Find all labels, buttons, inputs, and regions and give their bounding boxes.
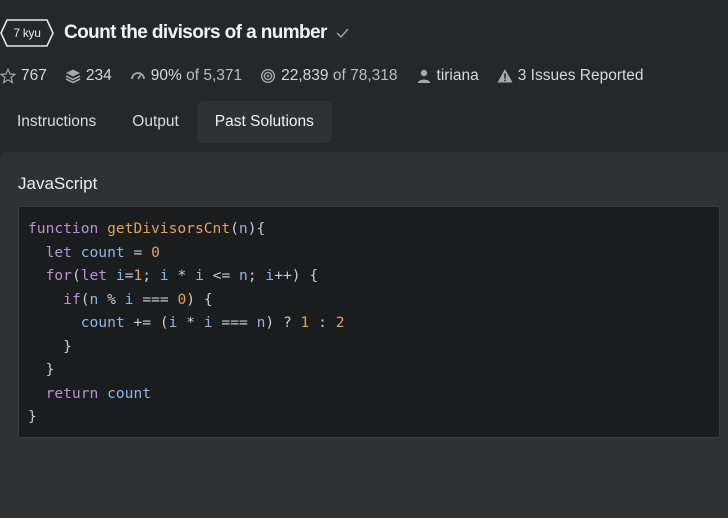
code-line: function getDivisorsCnt(n){ — [28, 220, 266, 237]
issues-stat[interactable]: 3 Issues Reported — [497, 67, 644, 85]
target-icon — [260, 68, 276, 84]
code-line: if(n % i === 0) { — [63, 290, 213, 308]
warning-triangle-icon — [497, 68, 513, 84]
tab-instructions[interactable]: Instructions — [0, 101, 114, 143]
satisfaction-percent: 90% — [150, 67, 182, 84]
kata-stats: 767 234 90% of 5,371 22,839 of 78,318 ti… — [0, 66, 662, 86]
past-solutions-panel: JavaScript function getDivisorsCnt(n){ l… — [0, 152, 728, 518]
code-line: let count = 0 — [45, 243, 160, 261]
collections-count: 234 — [85, 67, 112, 84]
solution-code-block[interactable]: function getDivisorsCnt(n){ let count = … — [18, 206, 720, 438]
author-stat[interactable]: tiriana — [416, 67, 479, 85]
issues-link[interactable]: 3 Issues Reported — [518, 67, 644, 85]
completed-count: 22,839 — [281, 67, 329, 84]
code-line: count += (i * i === n) ? 1 : 2 — [80, 314, 345, 331]
completed-stat: 22,839 of 78,318 — [260, 67, 398, 85]
tab-output[interactable]: Output — [114, 101, 197, 143]
stack-layers-icon — [65, 68, 81, 84]
gauge-icon — [130, 68, 146, 84]
kata-header: 7 kyu Count the divisors of a number — [0, 18, 349, 48]
star-outline-icon — [0, 68, 16, 84]
solution-language: JavaScript — [18, 174, 98, 193]
kata-title: Count the divisors of a number — [64, 22, 327, 43]
code-line: } — [28, 408, 37, 425]
collections-stat[interactable]: 234 — [65, 67, 112, 85]
author-name[interactable]: tiriana — [437, 67, 479, 85]
stars-count: 767 — [21, 67, 47, 84]
satisfaction-stat: 90% of 5,371 — [130, 67, 242, 85]
user-icon — [416, 68, 432, 84]
tab-past-solutions[interactable]: Past Solutions — [196, 101, 332, 143]
checkmark-icon[interactable] — [336, 28, 349, 38]
code-line: return count — [45, 384, 152, 402]
kata-tabs: Instructions Output Past Solutions — [0, 101, 332, 143]
code-line: } — [63, 337, 72, 355]
kata-page: 7 kyu Count the divisors of a number 767… — [0, 0, 728, 518]
stars-stat[interactable]: 767 — [0, 67, 47, 85]
code-line: } — [45, 361, 55, 378]
satisfaction-votes: of 5,371 — [186, 67, 243, 84]
attempted-count: of 78,318 — [332, 67, 398, 84]
code-line: for(let i=1; i * i <= n; i++) { — [45, 267, 319, 284]
rank-label: 7 kyu — [13, 26, 41, 40]
rank-badge[interactable]: 7 kyu — [0, 19, 54, 47]
